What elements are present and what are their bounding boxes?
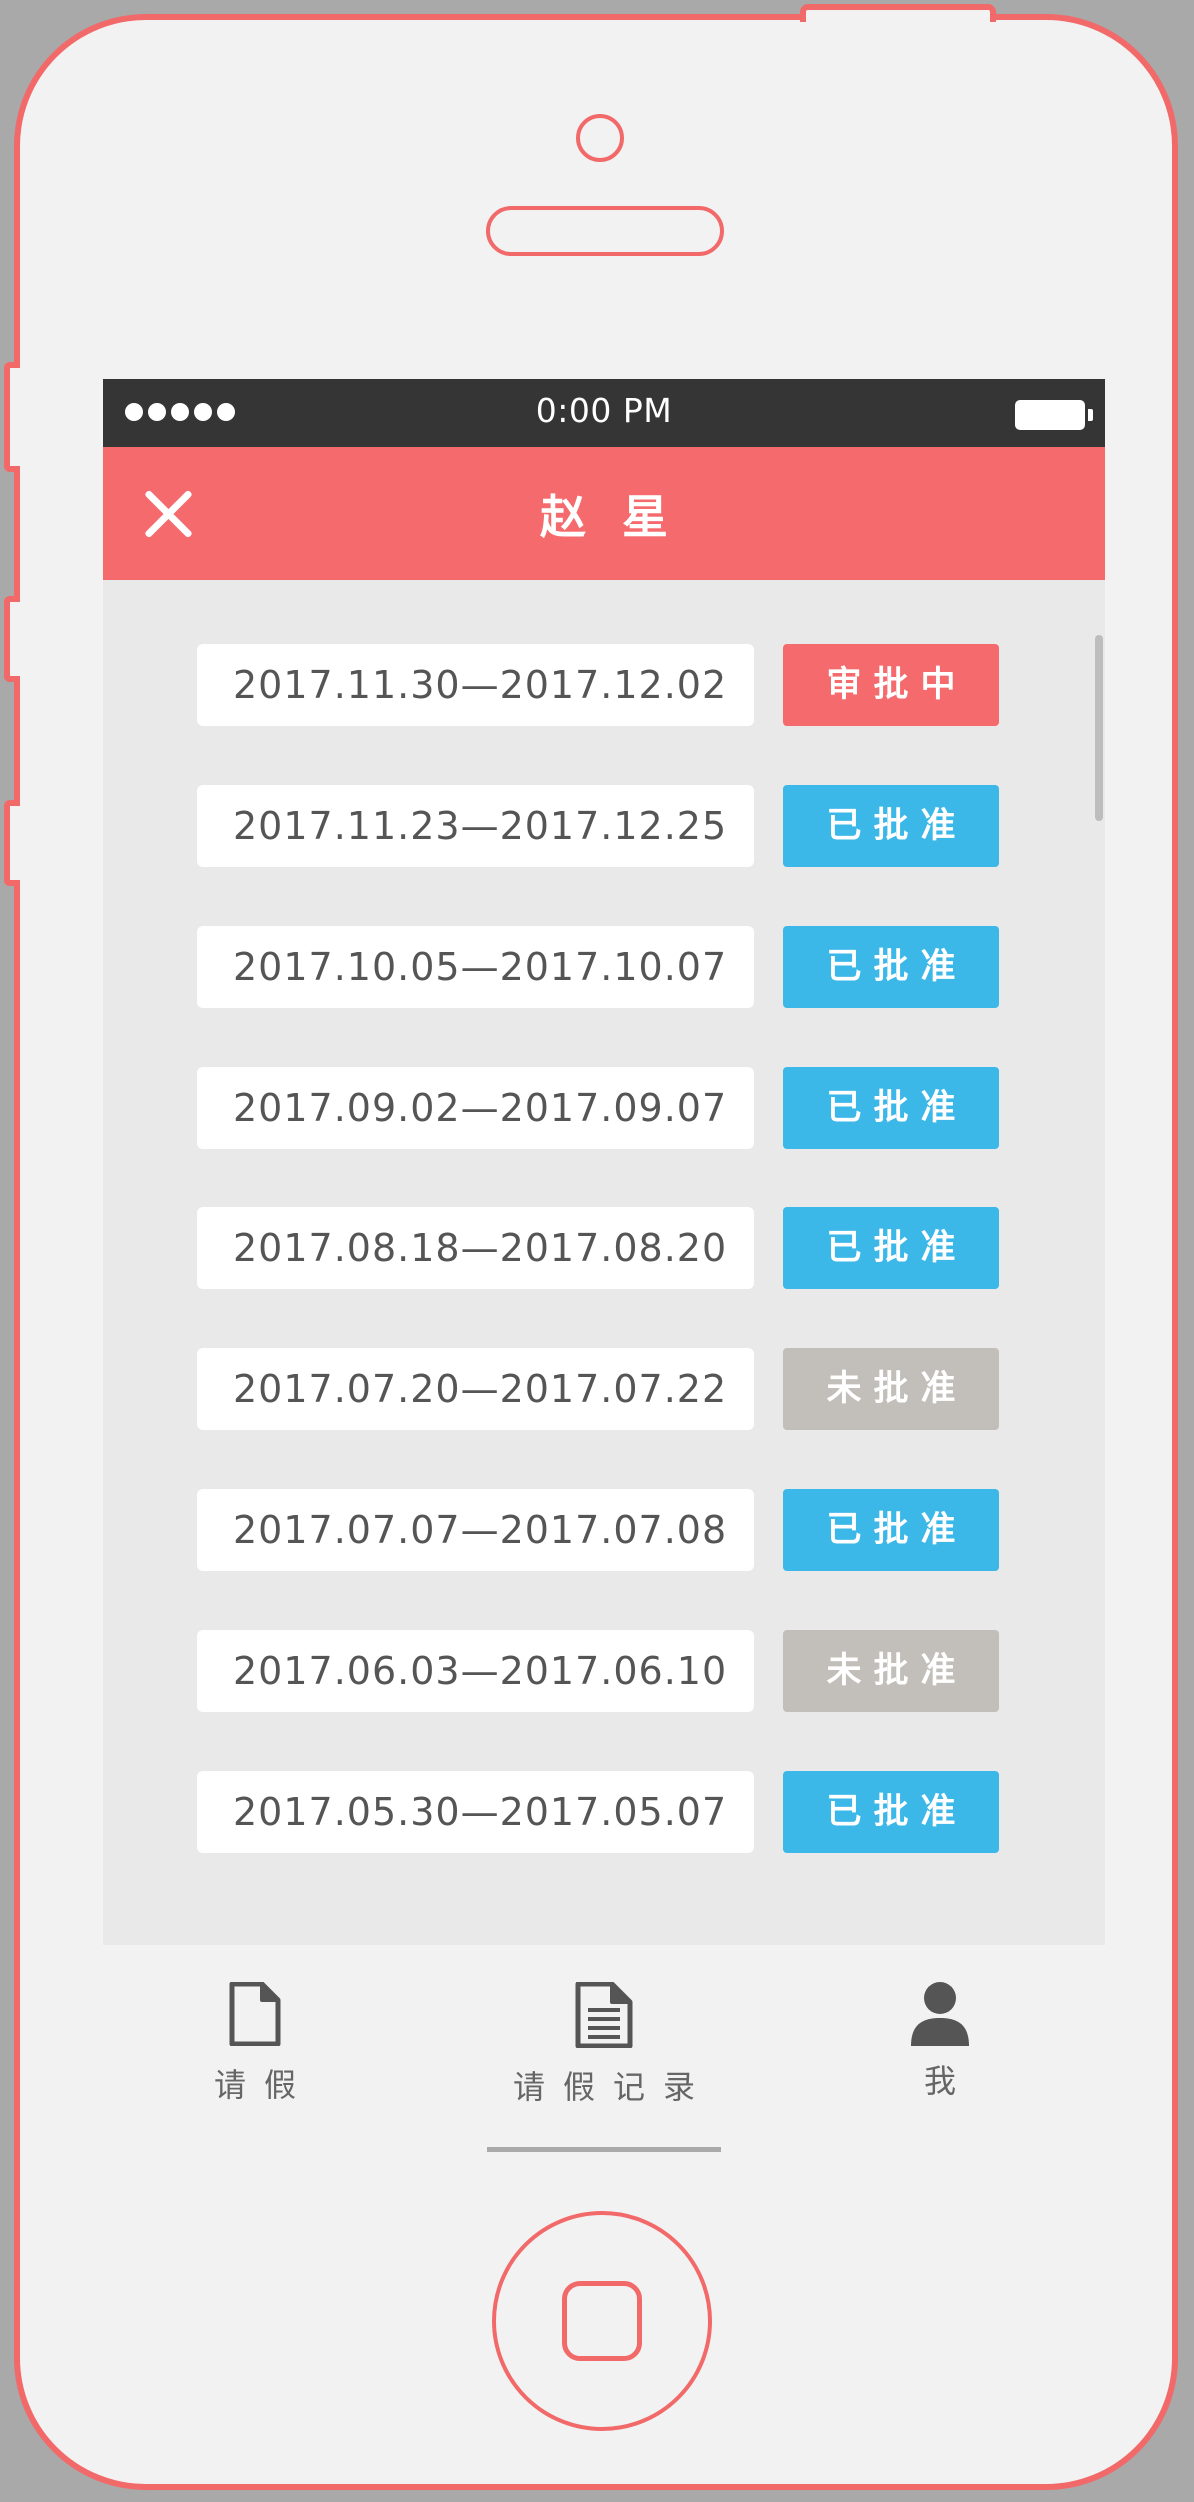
tab-me[interactable]: 我 — [880, 1980, 1000, 2102]
document-icon — [229, 1982, 281, 2046]
list-item[interactable]: 2017.07.07—2017.07.08 已批准 — [197, 1489, 999, 1571]
volume-up-button — [4, 596, 20, 682]
user-icon — [911, 1982, 969, 2046]
list-item[interactable]: 2017.11.30—2017.12.02 审批中 — [197, 644, 999, 726]
status-badge[interactable]: 已批准 — [783, 1207, 999, 1289]
app-screen: 0:00 PM 赵星 2017.11.30—2017.12.02 审批中 201… — [103, 379, 1105, 1949]
status-time: 0:00 PM — [535, 391, 673, 430]
date-range: 2017.07.07—2017.07.08 — [197, 1489, 754, 1571]
status-badge[interactable]: 已批准 — [783, 1489, 999, 1571]
list-item[interactable]: 2017.05.30—2017.05.07 已批准 — [197, 1771, 999, 1853]
status-badge[interactable]: 已批准 — [783, 926, 999, 1008]
date-range: 2017.07.20—2017.07.22 — [197, 1348, 754, 1430]
earpiece-speaker — [486, 206, 724, 256]
tab-label: 请假 — [213, 2066, 314, 2104]
date-range: 2017.10.05—2017.10.07 — [197, 926, 754, 1008]
status-badge[interactable]: 已批准 — [783, 785, 999, 867]
active-tab-indicator — [487, 2147, 721, 2152]
status-badge[interactable]: 审批中 — [783, 644, 999, 726]
tab-label: 请假记录 — [512, 2068, 713, 2106]
page-title: 赵星 — [540, 490, 704, 544]
list-item[interactable]: 2017.08.18—2017.08.20 已批准 — [197, 1207, 999, 1289]
mute-switch — [4, 362, 20, 472]
front-camera — [576, 114, 624, 162]
leave-record-list[interactable]: 2017.11.30—2017.12.02 审批中 2017.11.23—201… — [103, 580, 1105, 1945]
scrollbar[interactable] — [1095, 635, 1103, 821]
navigation-bar: 赵星 — [103, 447, 1105, 580]
home-button-inner — [562, 2281, 642, 2361]
tab-leave[interactable]: 请假 — [190, 1982, 320, 2106]
list-item[interactable]: 2017.07.20—2017.07.22 未批准 — [197, 1348, 999, 1430]
date-range: 2017.09.02—2017.09.07 — [197, 1067, 754, 1149]
status-badge[interactable]: 已批准 — [783, 1771, 999, 1853]
document-lines-icon — [575, 1982, 633, 2048]
status-badge[interactable]: 未批准 — [783, 1630, 999, 1712]
list-item[interactable]: 2017.11.23—2017.12.25 已批准 — [197, 785, 999, 867]
status-bar: 0:00 PM — [103, 379, 1105, 447]
date-range: 2017.06.03—2017.06.10 — [197, 1630, 754, 1712]
list-item[interactable]: 2017.06.03—2017.06.10 未批准 — [197, 1630, 999, 1712]
date-range: 2017.08.18—2017.08.20 — [197, 1207, 754, 1289]
date-range: 2017.05.30—2017.05.07 — [197, 1771, 754, 1853]
list-item[interactable]: 2017.10.05—2017.10.07 已批准 — [197, 926, 999, 1008]
battery-icon — [1015, 400, 1093, 430]
power-button — [800, 4, 996, 22]
status-badge[interactable]: 未批准 — [783, 1348, 999, 1430]
date-range: 2017.11.30—2017.12.02 — [197, 644, 754, 726]
tab-leave-records[interactable]: 请假记录 — [488, 1982, 720, 2108]
status-badge[interactable]: 已批准 — [783, 1067, 999, 1149]
home-button[interactable] — [492, 2211, 712, 2431]
date-range: 2017.11.23—2017.12.25 — [197, 785, 754, 867]
list-item[interactable]: 2017.09.02—2017.09.07 已批准 — [197, 1067, 999, 1149]
volume-down-button — [4, 800, 20, 886]
tab-label: 我 — [923, 2062, 974, 2100]
